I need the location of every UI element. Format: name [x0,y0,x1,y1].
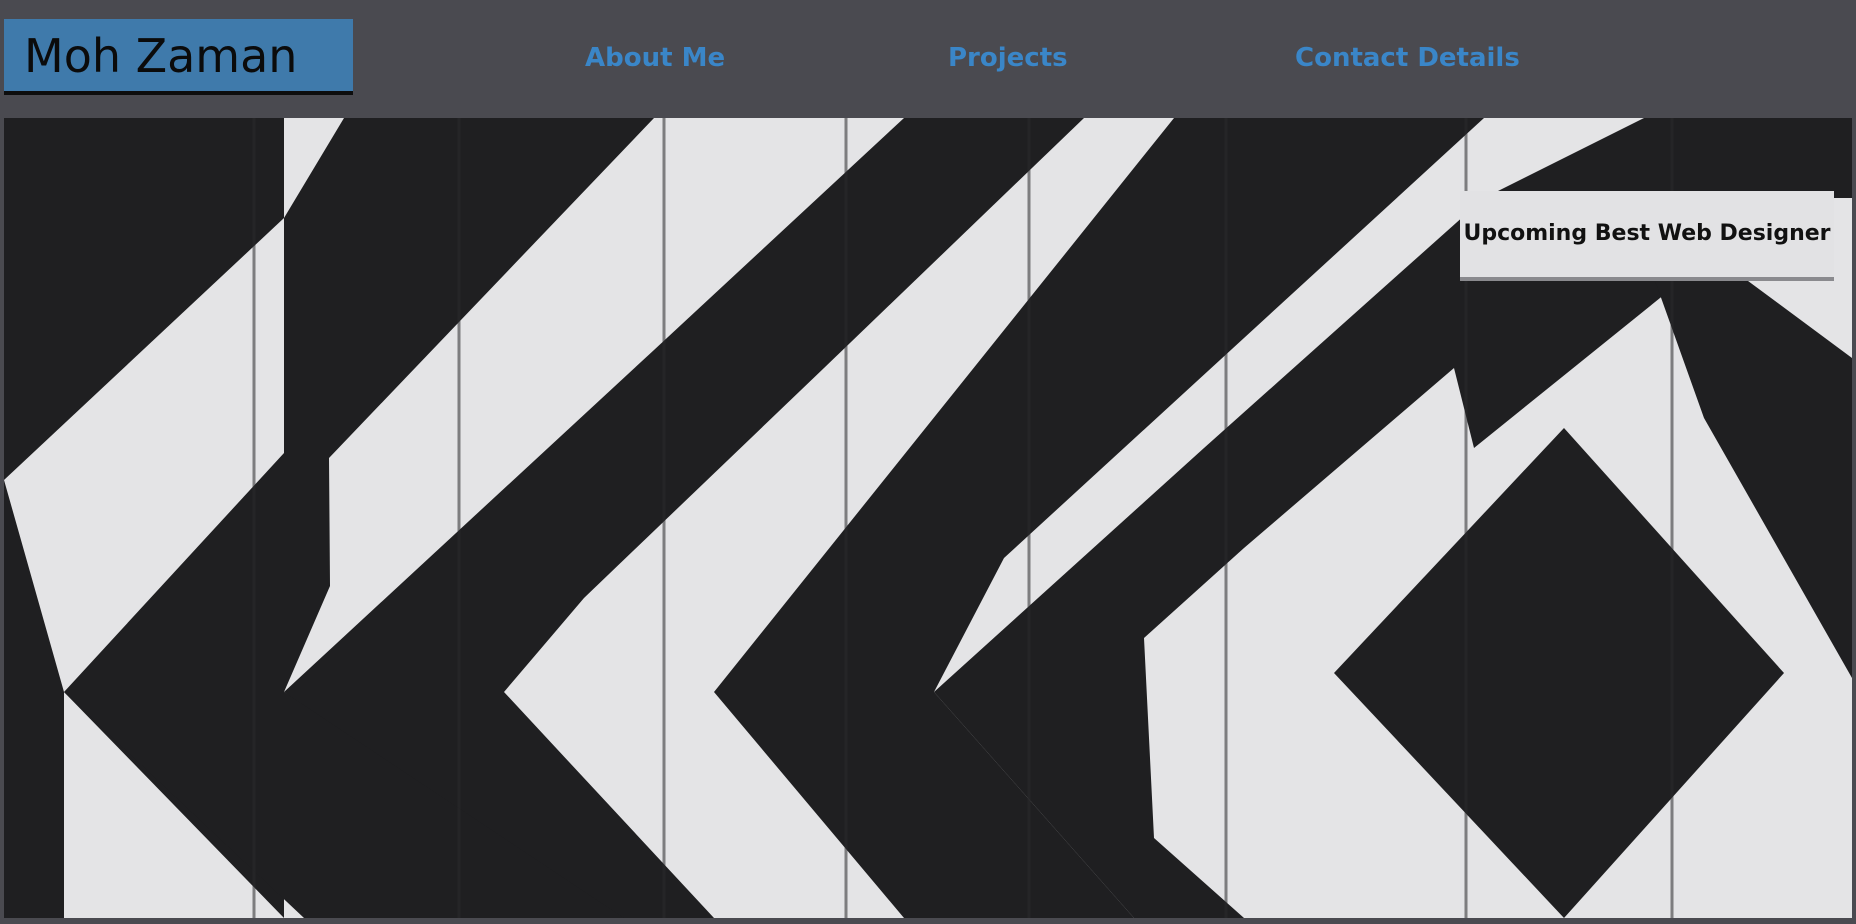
tagline-text: Upcoming Best Web Designer [1463,221,1831,246]
site-header: Moh Zaman About Me Projects Contact Deta… [0,0,1856,118]
site-logo-text: Moh Zaman [24,29,298,83]
nav-link-contact[interactable]: Contact Details [1295,40,1520,76]
nav-link-about[interactable]: About Me [585,40,725,76]
tagline-card: Upcoming Best Web Designer [1460,191,1834,281]
hero-banner: Upcoming Best Web Designer [4,118,1852,918]
nav-link-projects[interactable]: Projects [948,40,1068,76]
site-logo[interactable]: Moh Zaman [4,19,353,95]
